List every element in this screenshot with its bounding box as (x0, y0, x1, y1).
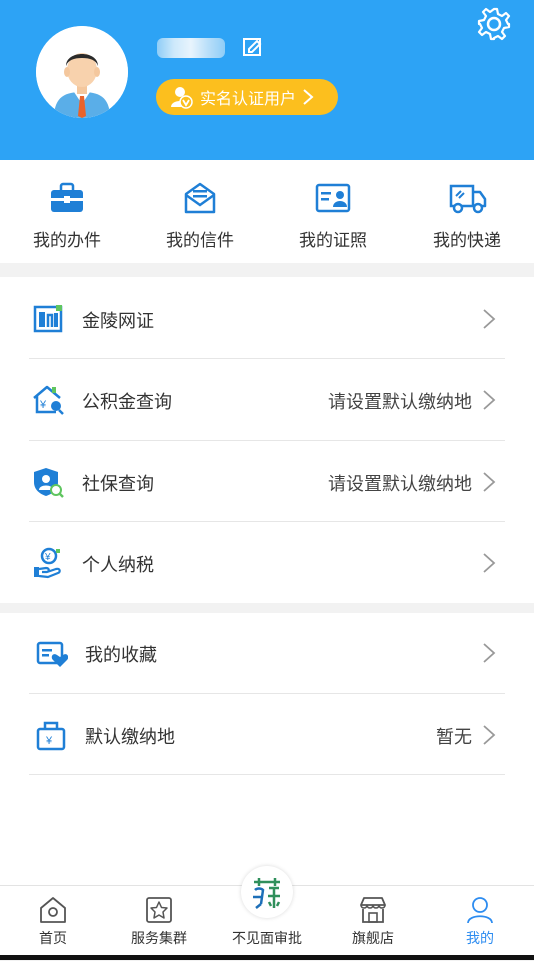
quick-actions: 我的办件 我的信件 我的证照 我的快递 (0, 160, 534, 263)
chevron-right-icon (483, 643, 496, 663)
user-avatar-icon (36, 26, 128, 118)
menu-row-social-security[interactable]: 社保查询 请设置默认缴纳地 (0, 442, 534, 523)
menu-row-value: 暂无 (436, 727, 472, 748)
menu-group-services: 金陵网证 ¥ 公积金查询 请设置默认缴纳地 社保查询 请设置默认缴纳地 ¥ 个人… (0, 277, 534, 603)
username-blurred (157, 34, 227, 62)
quick-action-my-letters[interactable]: 我的信件 (133, 160, 267, 263)
divider (29, 774, 505, 775)
quick-action-label: 我的办件 (33, 231, 101, 251)
su-logo-icon (243, 868, 291, 916)
menu-row-label: 社保查询 (82, 474, 154, 495)
divider (29, 440, 505, 441)
profile-header: 实名认证用户 (0, 0, 534, 160)
store-icon (360, 897, 386, 923)
menu-row-default-payment-location[interactable]: ¥ 默认缴纳地 暂无 (0, 695, 534, 776)
menu-row-label: 我的收藏 (85, 645, 157, 666)
chevron-right-icon (303, 89, 314, 105)
tab-label: 首页 (39, 931, 67, 947)
menu-row-jinling-net-id[interactable]: 金陵网证 (0, 279, 534, 360)
svg-text:¥: ¥ (44, 552, 51, 563)
quick-action-label: 我的信件 (166, 231, 234, 251)
divider (29, 358, 505, 359)
quick-action-my-cases[interactable]: 我的办件 (0, 160, 134, 263)
tax-hand-icon: ¥ (34, 547, 61, 579)
favorites-icon (36, 641, 68, 667)
quick-action-my-licenses[interactable]: 我的证照 (266, 160, 400, 263)
menu-row-value: 请设置默认缴纳地 (328, 474, 472, 495)
svg-text:¥: ¥ (45, 735, 53, 747)
tab-flagship-store[interactable]: 旗舰店 (320, 886, 426, 961)
housing-fund-icon: ¥ (33, 385, 64, 415)
menu-group-personal: 我的收藏 ¥ 默认缴纳地 暂无 (0, 613, 534, 885)
verified-user-badge[interactable]: 实名认证用户 (156, 79, 338, 115)
envelope-icon (184, 182, 216, 214)
social-security-icon (34, 468, 64, 498)
chevron-right-icon (483, 725, 496, 745)
tab-label: 不见面审批 (232, 931, 302, 947)
menu-row-housing-fund[interactable]: ¥ 公积金查询 请设置默认缴纳地 (0, 360, 534, 441)
payment-location-icon: ¥ (36, 721, 66, 751)
menu-row-value: 请设置默认缴纳地 (328, 392, 472, 413)
menu-row-label: 个人纳税 (82, 555, 154, 576)
menu-row-my-favorites[interactable]: 我的收藏 (0, 613, 534, 694)
tab-label: 服务集群 (131, 931, 187, 947)
user-icon (467, 897, 493, 924)
quick-action-my-delivery[interactable]: 我的快递 (400, 160, 534, 263)
tab-home[interactable]: 首页 (0, 886, 106, 961)
home-icon (40, 897, 66, 923)
divider (29, 693, 505, 694)
chevron-right-icon (483, 390, 496, 410)
verified-user-icon (171, 87, 193, 109)
system-nav-edge (0, 955, 534, 960)
quick-action-label: 我的快递 (433, 231, 501, 251)
briefcase-icon (51, 182, 83, 212)
avatar[interactable] (36, 26, 128, 118)
svg-text:¥: ¥ (39, 399, 47, 411)
menu-row-label: 公积金查询 (82, 392, 172, 413)
id-card-icon (315, 183, 351, 213)
tab-mine[interactable]: 我的 (427, 886, 533, 961)
tab-label: 我的 (466, 931, 494, 947)
settings-gear-icon[interactable] (476, 6, 512, 42)
verified-badge-label: 实名认证用户 (200, 89, 297, 108)
service-cluster-icon (146, 897, 172, 923)
chevron-right-icon (483, 472, 496, 492)
menu-row-personal-tax[interactable]: ¥ 个人纳税 (0, 523, 534, 604)
edit-name-icon[interactable] (242, 36, 264, 58)
delivery-truck-icon (449, 184, 487, 214)
chevron-right-icon (483, 309, 496, 329)
divider (29, 521, 505, 522)
menu-row-label: 金陵网证 (82, 311, 154, 332)
menu-row-label: 默认缴纳地 (85, 727, 175, 748)
tab-service-cluster[interactable]: 服务集群 (106, 886, 212, 961)
chevron-right-icon (483, 553, 496, 573)
tab-label: 旗舰店 (352, 931, 394, 947)
quick-action-label: 我的证照 (299, 231, 367, 251)
network-id-icon (33, 305, 63, 333)
su-logo-button[interactable] (241, 866, 293, 918)
